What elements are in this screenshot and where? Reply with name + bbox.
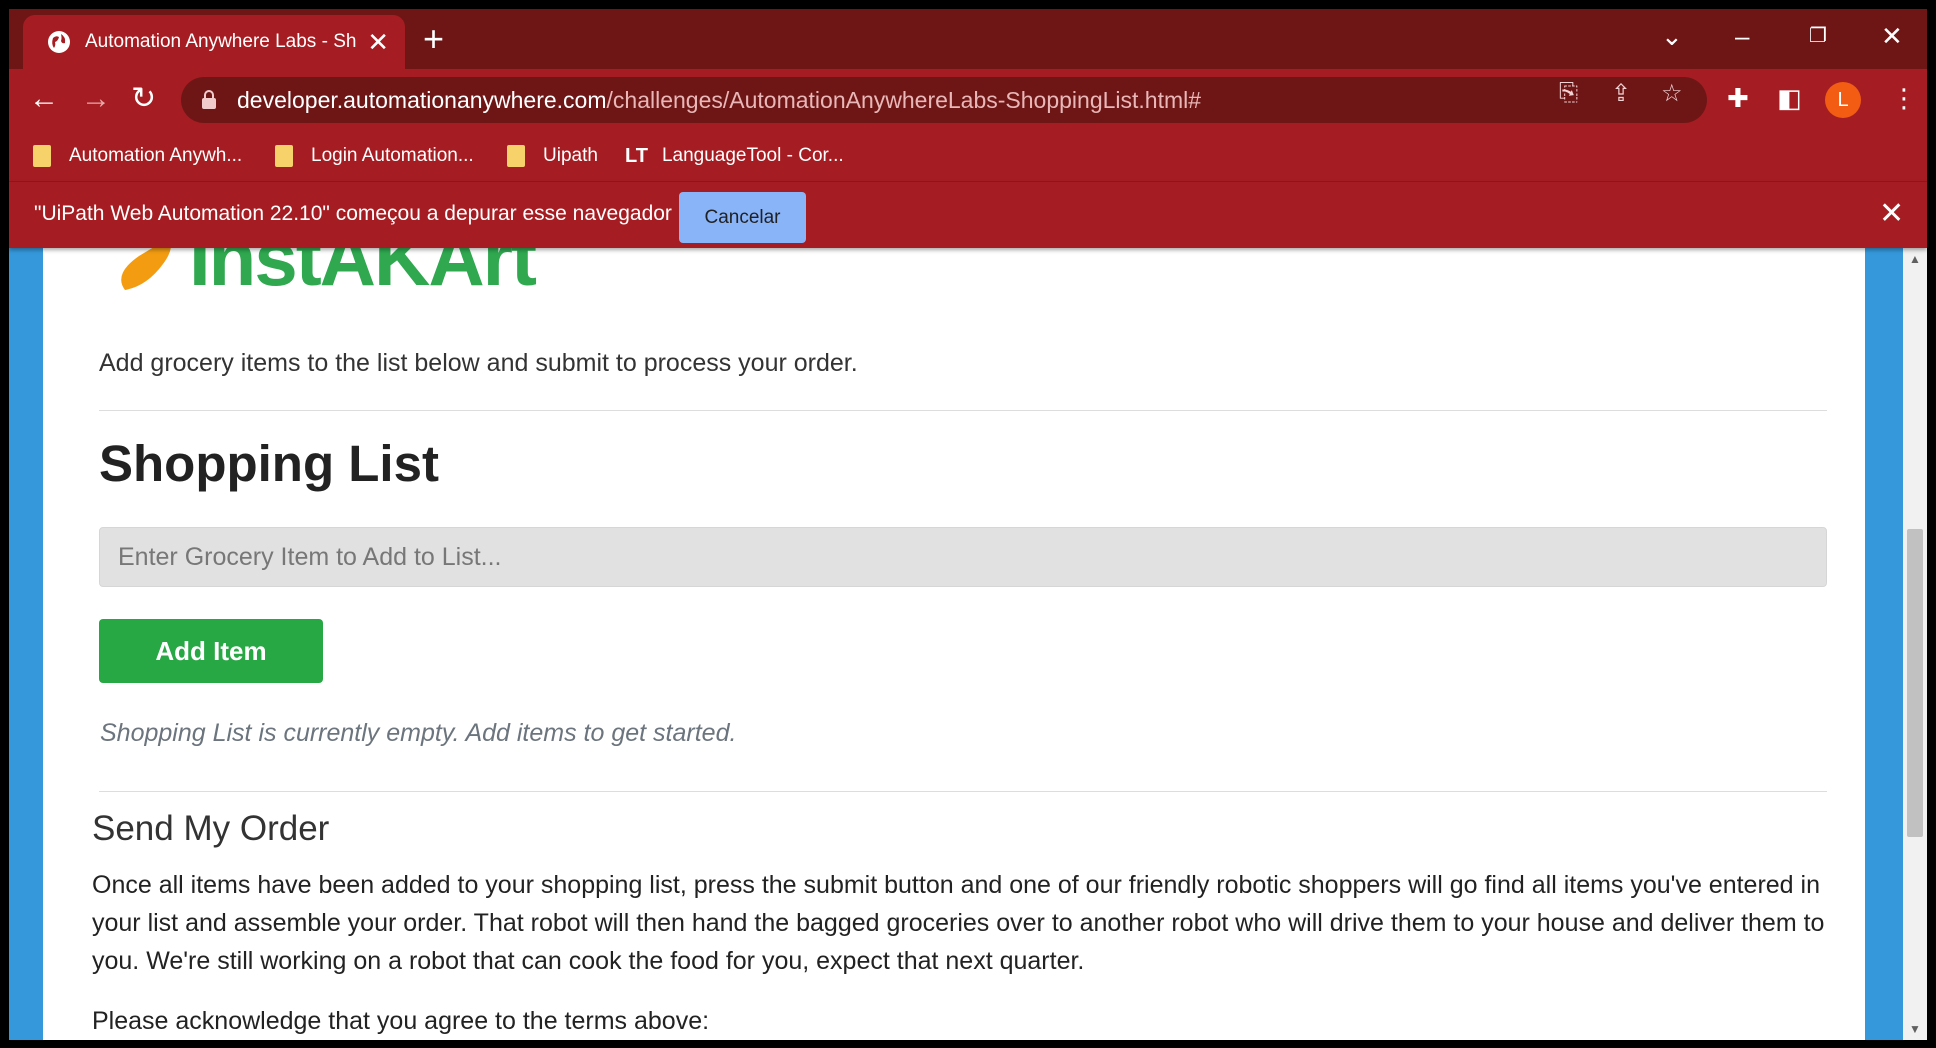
star-icon[interactable]: ☆ <box>1661 79 1683 108</box>
browser-toolbar: ← → ↻ developer.automationanywhere.com/c… <box>9 69 1927 131</box>
close-icon[interactable]: ✕ <box>367 29 389 55</box>
logo-text: InstAKArt <box>189 248 537 298</box>
add-item-button[interactable]: Add Item <box>99 619 323 683</box>
avatar[interactable]: L <box>1825 82 1861 118</box>
restore-icon[interactable]: ❐ <box>1809 21 1827 51</box>
chevron-down-icon[interactable]: ⌄ <box>1661 21 1683 51</box>
globe-icon <box>48 31 70 53</box>
url-path: /challenges/AutomationAnywhereLabs-Shopp… <box>606 86 1202 113</box>
page-title: Shopping List <box>99 435 439 492</box>
bookmarks-bar: Automation Anywh... Login Automation... … <box>9 131 1927 182</box>
plus-icon[interactable]: + <box>423 21 444 57</box>
acknowledge-text: Please acknowledge that you agree to the… <box>92 1007 710 1035</box>
scroll-down-icon[interactable]: ▼ <box>1903 1022 1927 1036</box>
url-host: developer.automationanywhere.com <box>237 86 607 113</box>
back-arrow-icon[interactable]: ← <box>29 84 59 114</box>
share-icon[interactable]: ⇪ <box>1611 79 1631 108</box>
kebab-menu-icon[interactable]: ⋮ <box>1891 83 1917 114</box>
infobar-message: "UiPath Web Automation 22.10" começou a … <box>34 202 672 225</box>
minimize-icon[interactable]: – <box>1735 21 1749 51</box>
grocery-item-input[interactable] <box>99 527 1827 587</box>
scrollbar-thumb[interactable] <box>1907 529 1923 837</box>
puzzle-icon[interactable]: ✚ <box>1727 83 1749 114</box>
intro-text: Add grocery items to the list below and … <box>99 349 858 377</box>
order-description: Once all items have been added to your s… <box>92 871 1825 975</box>
cancel-button[interactable]: Cancelar <box>679 192 806 243</box>
lock-icon <box>202 90 216 109</box>
reload-icon[interactable]: ↻ <box>131 84 156 114</box>
translate-icon[interactable]: ⎘ <box>1559 79 1578 107</box>
vertical-scrollbar[interactable]: ▲ ▼ <box>1903 248 1927 1040</box>
divider <box>99 410 1827 411</box>
folder-icon <box>275 145 293 167</box>
bookmark-item[interactable]: Automation Anywh... <box>33 141 242 171</box>
instakart-logo: InstAKArt <box>121 248 539 298</box>
divider <box>99 791 1827 792</box>
side-panel-icon[interactable]: ◧ <box>1777 83 1802 114</box>
bookmark-label: Login Automation... <box>311 145 474 166</box>
languagetool-icon: LT <box>625 144 648 167</box>
bookmark-item[interactable]: LT LanguageTool - Cor... <box>625 141 844 171</box>
bookmark-label: Uipath <box>543 145 598 166</box>
bookmark-label: LanguageTool - Cor... <box>661 145 844 166</box>
browser-window: Automation Anywhere Labs - Shopping List… <box>9 9 1927 1040</box>
bookmark-label: Automation Anywh... <box>69 145 243 166</box>
tab-strip: Automation Anywhere Labs - Shopping List… <box>9 9 1927 69</box>
bookmark-item[interactable]: Login Automation... <box>275 141 474 171</box>
empty-list-message: Shopping List is currently empty. Add it… <box>100 719 737 747</box>
order-heading: Send My Order <box>92 809 330 848</box>
close-icon[interactable]: ✕ <box>1879 196 1904 231</box>
window-close-icon[interactable]: ✕ <box>1881 21 1903 51</box>
active-tab[interactable]: Automation Anywhere Labs - Shopping List… <box>23 15 405 69</box>
address-bar[interactable]: developer.automationanywhere.com/challen… <box>181 77 1707 123</box>
debug-infobar: "UiPath Web Automation 22.10" começou a … <box>9 182 1927 248</box>
forward-arrow-icon[interactable]: → <box>81 84 111 114</box>
page-viewport: InstAKArt Add grocery items to the list … <box>9 248 1927 1040</box>
bookmark-item[interactable]: Uipath <box>507 141 598 171</box>
page-content: InstAKArt Add grocery items to the list … <box>43 248 1865 1040</box>
folder-icon <box>507 145 525 167</box>
scroll-up-icon[interactable]: ▲ <box>1903 252 1927 266</box>
tab-title: Automation Anywhere Labs - Shopping List <box>85 31 357 52</box>
folder-icon <box>33 145 51 167</box>
